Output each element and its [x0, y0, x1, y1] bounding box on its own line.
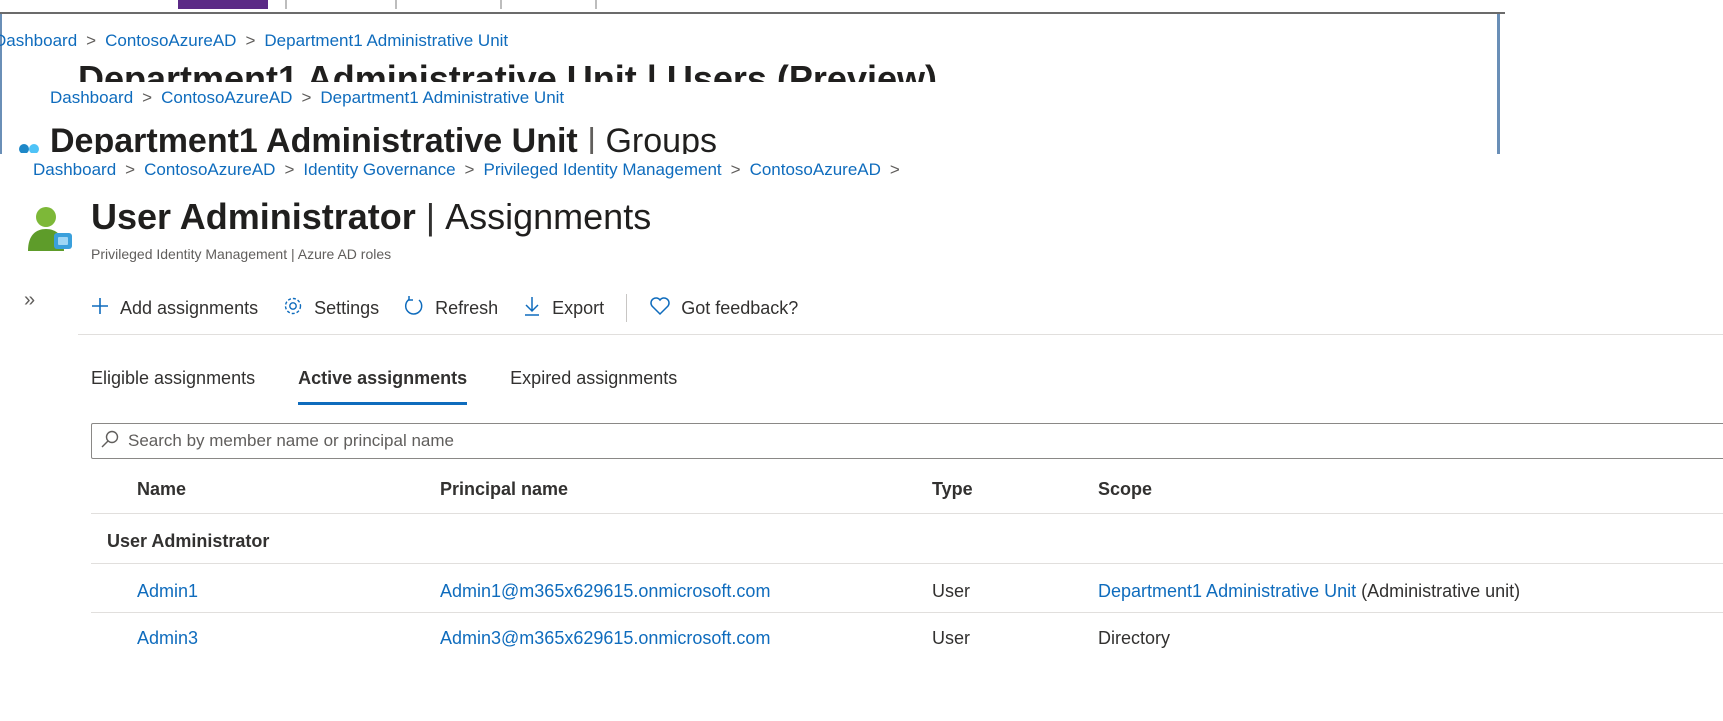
background-breadcrumb-2: Dashboard > ContosoAzureAD > Department1 Adm… [50, 88, 565, 107]
refresh-icon [403, 295, 435, 322]
background-breadcrumb-1: Dashboard > ContosoAzureAD > Department1 Adm… [0, 31, 508, 51]
background-window-2-title: Department1 Administrative Unit | Groups [50, 122, 717, 154]
export-label: Export [552, 297, 605, 318]
breadcrumb-link[interactable]: ContosoAzureAD [161, 88, 292, 107]
refresh-label: Refresh [435, 297, 499, 318]
groups-icon [18, 139, 40, 153]
background-window-1-title: Department1 Administrative Unit | Users … [78, 58, 937, 82]
add-assignments-button[interactable]: Add assignments [90, 296, 258, 321]
breadcrumb-link[interactable]: Dashboard [50, 88, 133, 107]
toolbar-divider-line [78, 334, 1723, 335]
chevron-double-right-icon[interactable]: » [24, 289, 35, 312]
breadcrumb-contosoazuread[interactable]: ContosoAzureAD [144, 160, 275, 179]
breadcrumb-pim[interactable]: Privileged Identity Management [483, 160, 721, 179]
search-box [91, 423, 1723, 459]
row-divider [91, 563, 1723, 564]
assignment-tabs: Eligible assignments Active assignments … [91, 368, 720, 405]
type-cell: User [932, 581, 971, 601]
background-tab-highlight [178, 0, 268, 9]
scope-type-label: (Administrative unit) [1361, 581, 1521, 601]
background-tab-divider [500, 0, 502, 9]
breadcrumb-identity-governance[interactable]: Identity Governance [303, 160, 455, 179]
breadcrumb-link[interactable]: ContosoAzureAD [105, 31, 236, 50]
header-divider [91, 513, 1723, 514]
tab-eligible-assignments[interactable]: Eligible assignments [91, 368, 255, 405]
principal-name-link[interactable]: Admin3@m365x629615.onmicrosoft.com [440, 628, 770, 649]
breadcrumb-dashboard[interactable]: Dashboard [33, 160, 116, 179]
breadcrumb-contosoazuread-2[interactable]: ContosoAzureAD [750, 160, 881, 179]
scope-link[interactable]: Department1 Administrative Unit [1098, 581, 1356, 601]
member-name-link[interactable]: Admin1 [137, 581, 198, 602]
download-icon [522, 295, 552, 322]
settings-label: Settings [314, 297, 380, 318]
column-header-name[interactable]: Name [137, 479, 186, 500]
column-header-principal-name[interactable]: Principal name [440, 479, 568, 500]
scope-cell: Directory [1098, 628, 1171, 648]
principal-name-link[interactable]: Admin1@m365x629615.onmicrosoft.com [440, 581, 770, 602]
add-assignments-label: Add assignments [120, 297, 259, 318]
tab-active-assignments[interactable]: Active assignments [298, 368, 468, 405]
gear-icon [282, 295, 314, 322]
search-input[interactable] [126, 430, 1630, 452]
tab-expired-assignments[interactable]: Expired assignments [510, 368, 677, 405]
background-tab-divider [595, 0, 597, 9]
member-name-link[interactable]: Admin3 [137, 628, 198, 649]
background-tab-divider [285, 0, 287, 9]
breadcrumb-link[interactable]: Dashboard [0, 31, 77, 50]
breadcrumb-link[interactable]: Department1 Administrative Unit [320, 88, 564, 107]
background-tab-divider [395, 0, 397, 9]
toolbar-divider [626, 294, 628, 322]
refresh-button[interactable]: Refresh [403, 295, 498, 322]
heart-icon [649, 296, 681, 321]
type-cell: User [932, 628, 971, 648]
settings-button[interactable]: Settings [282, 295, 379, 322]
column-header-type[interactable]: Type [932, 479, 973, 500]
breadcrumb-link[interactable]: Department1 Administrative Unit [264, 31, 508, 50]
page-subtitle: Privileged Identity Management | Azure A… [91, 246, 392, 262]
search-icon [92, 429, 126, 454]
user-role-icon [24, 203, 76, 255]
feedback-button[interactable]: Got feedback? [649, 296, 798, 321]
row-divider [91, 612, 1723, 613]
scope-cell: Department1 Administrative Unit (Adminis… [1098, 581, 1520, 602]
background-window-top-edge [0, 0, 1505, 14]
export-button[interactable]: Export [522, 295, 604, 322]
plus-icon [90, 296, 120, 321]
page-title: User Administrator | Assignments [91, 196, 652, 237]
feedback-label: Got feedback? [681, 297, 799, 318]
column-header-scope[interactable]: Scope [1098, 479, 1152, 500]
group-header-user-administrator: User Administrator [107, 531, 270, 551]
breadcrumb: Dashboard > ContosoAzureAD > Identity Govern… [33, 160, 900, 179]
command-bar: Add assignments Settings Refresh Export … [90, 288, 822, 328]
